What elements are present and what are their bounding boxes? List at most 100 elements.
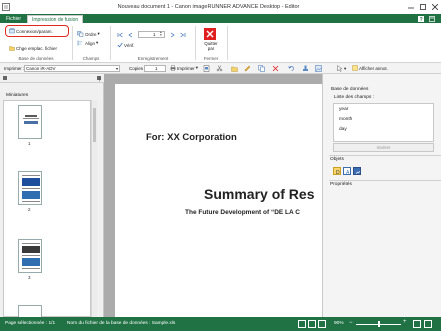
thumbnail-page[interactable] — [18, 239, 42, 273]
thumbnail-page[interactable] — [18, 105, 42, 139]
status-bar: Page sélectionnée : 1/1 Nom du fichier d… — [0, 317, 441, 331]
thumbnail-scrollbar[interactable] — [91, 100, 97, 317]
close-group-label: Fermer — [203, 56, 219, 61]
verify-button[interactable]: Vérif. — [117, 42, 135, 48]
image-object-icon[interactable] — [353, 167, 361, 175]
thumbnail-page-number: 3 — [28, 275, 31, 280]
delete-icon[interactable] — [272, 65, 279, 72]
previous-record-button[interactable] — [127, 32, 134, 38]
field-list-label: Liste des champs : — [334, 95, 374, 100]
undo-icon[interactable] — [288, 65, 295, 72]
ribbon-tab-row: Fichier Impression de fusion ? — [0, 14, 441, 23]
last-record-button[interactable] — [179, 32, 186, 38]
printer-value: Canon iR-ADV — [26, 66, 56, 71]
print-label: Imprimer — [177, 65, 195, 71]
field-list: year month day — [333, 103, 434, 142]
pencil-icon[interactable] — [244, 65, 251, 72]
help-icon[interactable]: ? — [417, 15, 425, 22]
text-object-icon[interactable]: D — [333, 167, 341, 175]
change-file-location-button[interactable]: Chge emplac. fichier — [9, 45, 57, 51]
copy-icon[interactable] — [258, 65, 265, 72]
pin-icon[interactable] — [97, 77, 102, 82]
print-button[interactable]: Imprimer ▾ — [170, 65, 198, 71]
field-object-icon[interactable]: A — [343, 167, 351, 175]
insert-field-button[interactable]: Insérer — [333, 143, 434, 152]
order-label: Ordre — [85, 31, 97, 37]
folder-icon — [9, 46, 15, 51]
svg-text:D: D — [336, 170, 340, 175]
cursor-icon — [337, 65, 343, 72]
copies-value: 1 — [155, 66, 158, 71]
first-record-icon — [117, 32, 123, 38]
scissors-icon[interactable] — [216, 65, 223, 72]
thumbnail-page[interactable] — [18, 305, 42, 317]
next-record-button[interactable] — [169, 32, 176, 38]
callout-highlight — [5, 25, 69, 37]
title-bar: Nouveau document 1 - Canon imageRUNNER A… — [0, 0, 441, 14]
record-number-value: 1 — [153, 32, 156, 37]
scrollbar-thumb[interactable] — [93, 108, 96, 142]
thumbnail-page[interactable] — [18, 171, 42, 205]
printer-icon — [170, 65, 176, 71]
field-item[interactable]: day — [339, 127, 347, 132]
chevron-down-icon: ▾ — [97, 31, 100, 36]
next-record-icon — [170, 32, 175, 38]
tab-impression-de-fusion[interactable]: Impression de fusion — [27, 15, 84, 23]
svg-text:A: A — [346, 170, 350, 175]
zoom-slider-thumb[interactable] — [378, 321, 380, 327]
group-separator — [72, 26, 73, 60]
printer-label: Imprimer : — [4, 66, 25, 71]
show-annotations-label: Afficher annot. — [359, 65, 388, 71]
group-separator — [195, 26, 196, 60]
change-file-location-label: Chge emplac. fichier — [16, 45, 58, 51]
field-item[interactable]: year — [339, 107, 348, 112]
quit-label-line2: par — [207, 46, 215, 51]
view-scroll-icon[interactable] — [318, 320, 326, 328]
pane-toggle-icon[interactable] — [3, 76, 7, 80]
first-record-button[interactable] — [117, 32, 124, 38]
copies-spinner[interactable]: 1 — [144, 65, 166, 72]
view-two-pages-icon[interactable] — [308, 320, 316, 328]
minimize-button[interactable] — [405, 2, 417, 12]
fit-width-icon[interactable] — [413, 320, 421, 328]
app-icon — [0, 1, 12, 13]
database-group-label: Base de données — [18, 56, 54, 61]
ribbon-collapse-icon[interactable] — [428, 15, 436, 22]
align-button[interactable]: Align ▾ — [77, 40, 98, 46]
zoom-out-button[interactable]: − — [349, 320, 353, 326]
document-for-line: For: XX Corporation — [146, 132, 237, 143]
printer-select[interactable]: Canon iR-ADV ▾ — [24, 65, 120, 72]
maximize-button[interactable] — [417, 2, 429, 12]
divider — [329, 155, 441, 156]
thumbnail-page-number: 2 — [28, 207, 31, 212]
thumbnail-list: 1 2 3 — [3, 100, 91, 317]
order-icon — [77, 31, 84, 37]
last-record-icon — [180, 32, 186, 38]
zoom-in-button[interactable]: + — [403, 319, 407, 325]
fit-page-icon[interactable] — [424, 320, 432, 328]
quit-close-button[interactable]: Quitter par — [200, 26, 222, 54]
properties-panel-title: Propriétés — [330, 182, 352, 187]
stamp-icon[interactable] — [302, 65, 309, 72]
show-annotations-button[interactable]: Afficher annot. — [352, 65, 388, 71]
previous-record-icon — [128, 32, 133, 38]
close-window-button[interactable] — [429, 2, 441, 12]
folder-open-icon[interactable] — [231, 65, 238, 72]
select-mode-button[interactable]: ▾ — [336, 65, 346, 72]
align-icon — [77, 40, 83, 46]
view-single-page-icon[interactable] — [298, 320, 306, 328]
divider — [329, 180, 441, 181]
tab-fichier[interactable]: Fichier — [2, 15, 25, 23]
print-toolbar: Imprimer : Canon iR-ADV ▾ Copies 1 Impri… — [0, 63, 441, 74]
spinner-arrows-icon[interactable]: ▴ ▾ — [160, 30, 162, 37]
page-setup-icon[interactable] — [203, 65, 210, 72]
order-button[interactable]: Ordre ▾ — [77, 31, 100, 37]
group-separator — [110, 26, 111, 60]
image-icon[interactable] — [315, 65, 322, 72]
document-summary-title: Summary of Res — [204, 186, 315, 202]
record-number-spinner[interactable]: 1 ▴ ▾ — [138, 30, 165, 38]
field-item[interactable]: month — [339, 117, 352, 122]
database-panel-title: Base de données — [331, 87, 369, 92]
objects-panel-title: Objets — [330, 157, 344, 162]
records-group-label: Enregistrement — [137, 56, 169, 61]
